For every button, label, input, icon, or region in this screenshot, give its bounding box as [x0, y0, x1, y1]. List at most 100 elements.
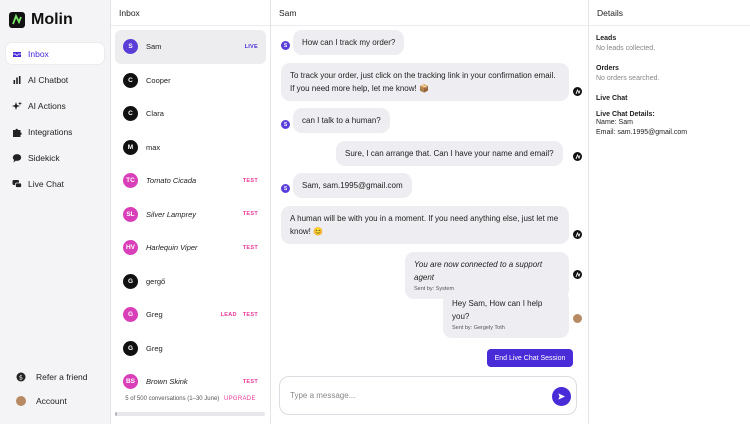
conversation-item[interactable]: HV Harlequin Viper TEST [115, 231, 266, 265]
conversation-item[interactable]: C Cooper [115, 64, 266, 98]
status-badge: LEAD [220, 311, 237, 318]
sidebar-item-refer-a-friend[interactable]: $ Refer a friend [6, 366, 104, 387]
sidebar-item-ai-actions[interactable]: AI Actions [6, 95, 104, 116]
message-text: Sure, I can arrange that. Can I have you… [345, 149, 554, 158]
sidebar-item-sidekick[interactable]: Sidekick [6, 147, 104, 168]
conversation-name: Harlequin Viper [146, 243, 198, 253]
live-chat-details-heading: Live Chat Details: [596, 111, 655, 118]
status-badge: LIVE [244, 43, 258, 50]
dollar-icon: $ [16, 372, 26, 382]
user-avatar: S [281, 184, 290, 193]
inbox-footer: 5 of 500 conversations (1–30 June) UPGRA… [111, 396, 270, 402]
conversation-tags: TEST [243, 245, 258, 251]
chat-panel: Sam S How can I track my order? To track… [271, 0, 589, 424]
message-text: Sam, sam.1995@gmail.com [302, 181, 403, 190]
status-badge: TEST [242, 311, 258, 318]
conversation-item[interactable]: Mmax [115, 131, 266, 165]
sidebar-item-integrations[interactable]: Integrations [6, 121, 104, 142]
user-avatar: S [281, 120, 290, 129]
message-bubble: A human will be with you in a moment. If… [281, 206, 569, 244]
sidebar-item-label: Sidekick [28, 152, 60, 163]
avatar: SL [123, 206, 138, 222]
sparkles-icon [12, 101, 22, 111]
conversation-name: Greg [146, 343, 163, 353]
visitor-email: Email: sam.1995@gmail.com [596, 129, 688, 136]
conversation-tags: TEST [243, 211, 258, 217]
avatar: G [123, 307, 138, 323]
app: Molin Inbox AI Chatbot AI Actions Integrati… [0, 0, 750, 424]
upgrade-link[interactable]: UPGRADE [224, 396, 256, 402]
conversation-item[interactable]: Ggergő [115, 265, 266, 299]
conversation-item[interactable]: SL Silver Lamprey TEST [115, 198, 266, 232]
message-text: You are now connected to a support agent [414, 260, 543, 282]
conversation-item[interactable]: G Greg [115, 332, 266, 366]
avatar [16, 395, 26, 406]
conversation-item[interactable]: TC Tomato Cicada TEST [115, 164, 266, 198]
avatar: TC [123, 173, 138, 189]
conversation-name: Brown Skink [146, 377, 188, 387]
conversation-count: 5 of 500 conversations (1–30 June) [125, 396, 220, 402]
logo: Molin [0, 0, 110, 40]
message-text: Hey Sam, How can I help you? [452, 299, 543, 321]
puzzle-icon [12, 127, 22, 137]
orders-heading: Orders [596, 65, 619, 72]
sidebar-item-live-chat[interactable]: Live Chat [6, 173, 104, 194]
conversation-tags: LEAD TEST [221, 312, 258, 318]
conversation-tags: TEST [243, 178, 258, 184]
avatar: M [123, 139, 138, 155]
conversation-item[interactable]: S Sam LIVE [115, 30, 266, 64]
sidebar-item-account[interactable]: Account [6, 390, 104, 411]
conversation-list: S Sam LIVE C Cooper C Clara Mmax TC Tomato Cicada… [111, 26, 270, 399]
logo-icon [9, 12, 25, 28]
message-text: A human will be with you in a moment. If… [290, 214, 559, 236]
agent-avatar [573, 314, 582, 323]
sidebar-item-label: AI Actions [28, 100, 66, 111]
sidebar-item-label: Integrations [28, 126, 73, 137]
conversation-tags: TEST [243, 379, 258, 385]
sidebar-item-label: Inbox [28, 48, 49, 59]
message-text: To track your order, just click on the t… [290, 71, 556, 93]
agent-message: Hey Sam, How can I help you? Sent by: Ge… [443, 291, 569, 338]
send-icon [558, 393, 566, 400]
usage-progress-fill [115, 412, 117, 416]
conversation-item[interactable]: C Clara [115, 97, 266, 131]
chat-bubble-icon [12, 153, 22, 163]
message-bubble: can I talk to a human? [293, 108, 390, 133]
avatar: G [123, 273, 138, 289]
inbox-title: Inbox [111, 0, 270, 26]
sidebar-bottom: $ Refer a friend Account [6, 366, 104, 414]
message-text: How can I track my order? [302, 38, 396, 47]
sidebar-item-label: AI Chatbot [28, 74, 69, 85]
user-avatar: S [281, 41, 290, 50]
sidebar-item-label: Live Chat [28, 178, 64, 189]
sidebar-item-ai-chatbot[interactable]: AI Chatbot [6, 69, 104, 90]
live-chat-heading: Live Chat [596, 95, 628, 102]
bot-avatar [573, 230, 582, 239]
inbox-icon [12, 49, 22, 59]
conversation-name: gergő [146, 276, 166, 286]
message-bubble: To track your order, just click on the t… [281, 63, 569, 101]
avatar: BS [123, 374, 138, 390]
visitor-name: Name: Sam [596, 119, 633, 126]
message-input[interactable] [290, 387, 540, 403]
app-name: Molin [31, 11, 73, 28]
status-badge: TEST [242, 244, 258, 251]
conversation-item[interactable]: BS Brown Skink TEST [115, 365, 266, 399]
bot-avatar [573, 87, 582, 96]
bot-avatar [573, 270, 582, 279]
conversation-name: Cooper [146, 75, 171, 85]
send-button[interactable] [552, 387, 571, 406]
conversation-name: Tomato Cicada [146, 176, 197, 186]
bar-chart-icon [12, 75, 22, 85]
sidebar-item-label: Refer a friend [36, 371, 88, 382]
sidebar-item-label: Account [36, 395, 67, 406]
conversation-name: Sam [146, 42, 162, 52]
end-live-chat-button[interactable]: End Live Chat Session [487, 349, 573, 367]
conversation-item[interactable]: G Greg LEAD TEST [115, 298, 266, 332]
avatar: G [123, 340, 138, 356]
conversation-name: Clara [146, 109, 164, 119]
status-badge: TEST [242, 177, 258, 184]
message-bubble: How can I track my order? [293, 30, 405, 55]
sidebar-item-inbox[interactable]: Inbox [6, 43, 104, 64]
status-badge: TEST [242, 378, 258, 385]
